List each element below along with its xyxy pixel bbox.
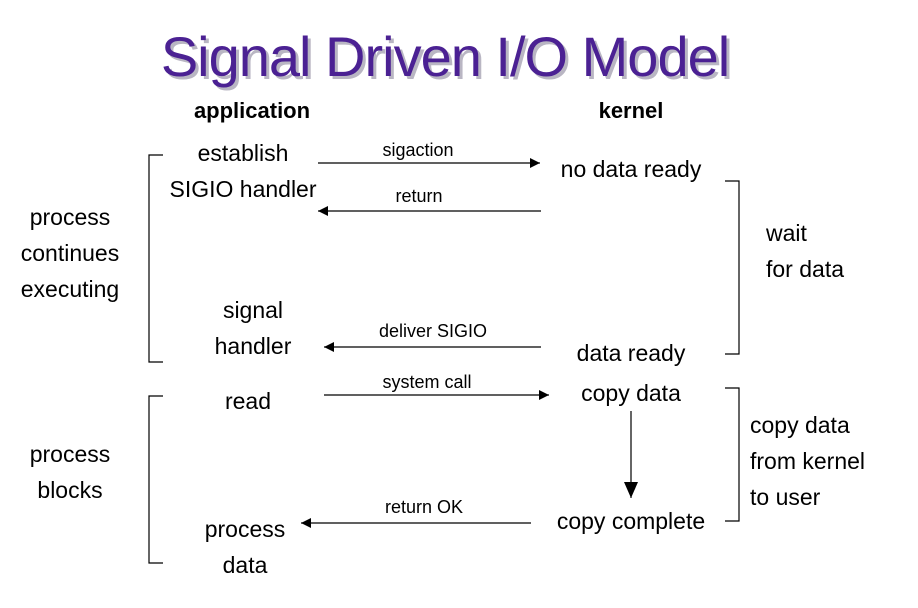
continues-bracket (148, 154, 163, 363)
diagram-lines (148, 154, 740, 564)
copy-bracket (725, 387, 740, 522)
blocks-bracket (148, 395, 163, 564)
wait-bracket (725, 180, 740, 355)
